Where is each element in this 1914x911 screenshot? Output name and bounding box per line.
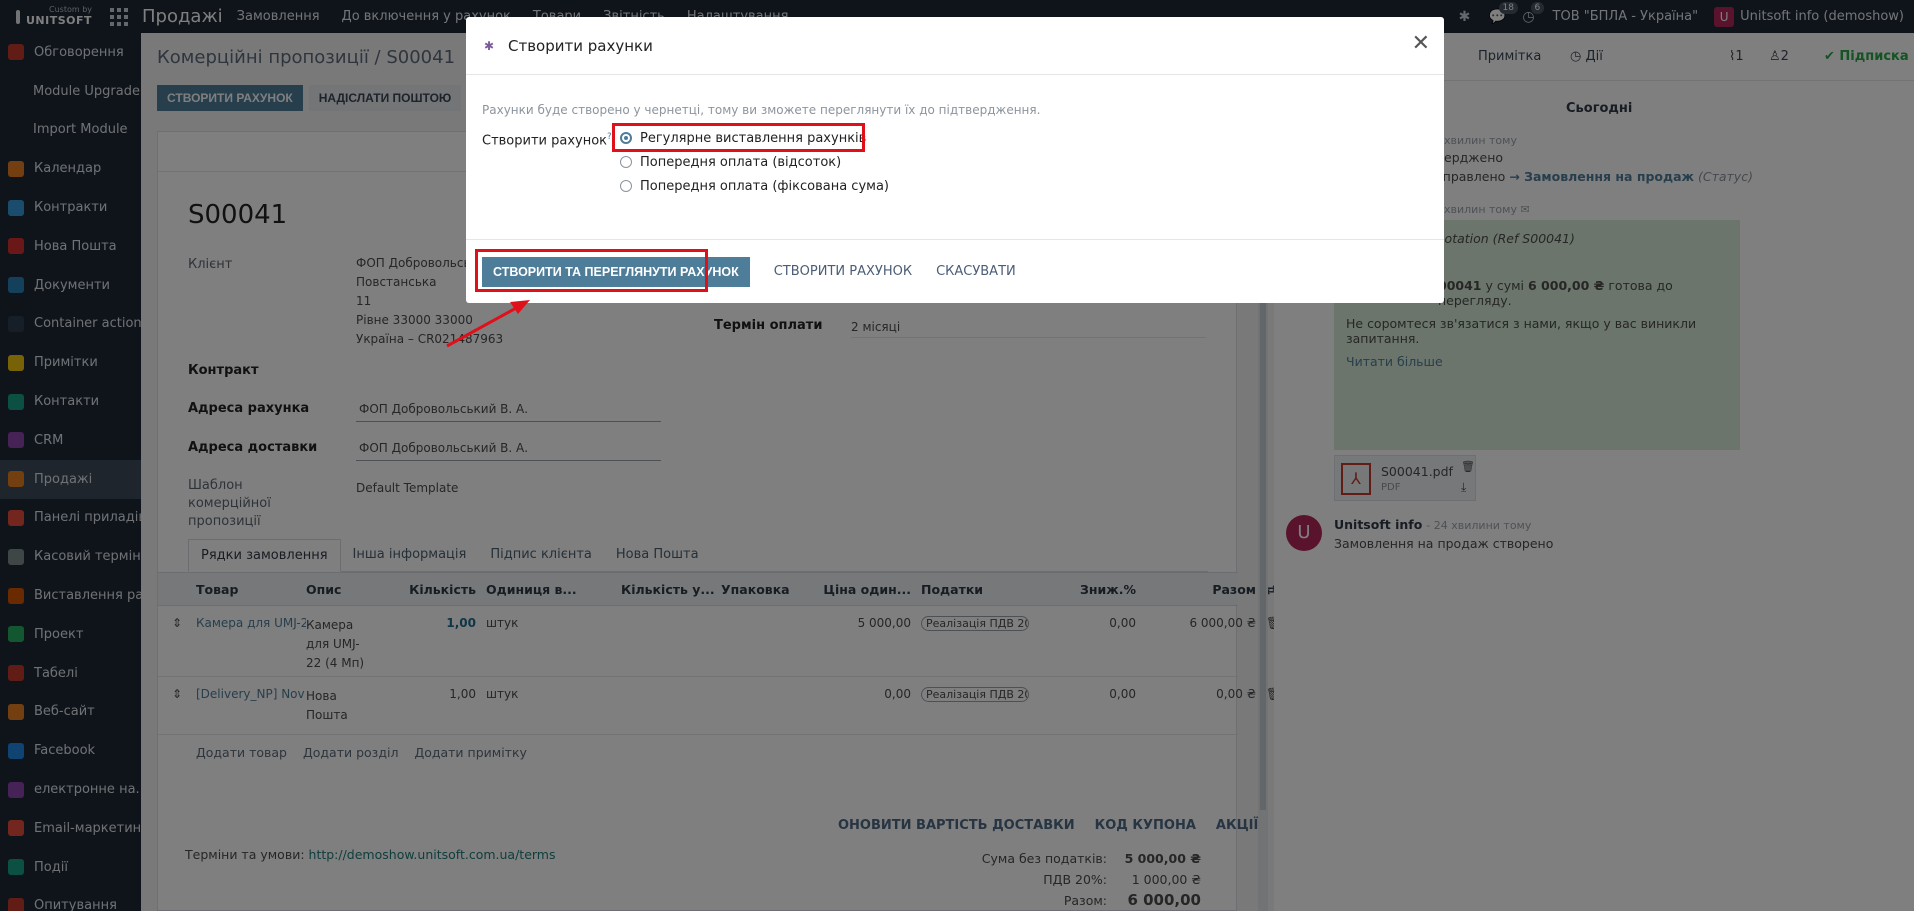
debug-icon[interactable]: ✱ bbox=[484, 40, 496, 52]
cancel-button[interactable]: СКАСУВАТИ bbox=[936, 264, 1016, 279]
radio-option-fixed[interactable]: Попередня оплата (фіксована сума) bbox=[620, 176, 889, 196]
radio-button[interactable] bbox=[620, 180, 632, 192]
radio-button[interactable] bbox=[620, 156, 632, 168]
dialog-header: ✱ Створити рахунки bbox=[466, 17, 1444, 75]
dialog-title: Створити рахунки bbox=[508, 36, 653, 55]
create-invoices-dialog: ✱ Створити рахунки ✕ Рахунки буде створе… bbox=[466, 17, 1444, 303]
create-invoice-dialog-button[interactable]: СТВОРИТИ РАХУНОК bbox=[774, 264, 912, 279]
highlight-box bbox=[475, 249, 708, 292]
highlight-box bbox=[612, 123, 865, 152]
close-icon[interactable]: ✕ bbox=[1412, 33, 1430, 55]
dialog-helper-text: Рахунки буде створено у чернетці, тому в… bbox=[482, 103, 1041, 117]
invoice-method-label: Створити рахунок? bbox=[482, 132, 612, 149]
radio-option-percentage[interactable]: Попередня оплата (відсоток) bbox=[620, 152, 889, 172]
